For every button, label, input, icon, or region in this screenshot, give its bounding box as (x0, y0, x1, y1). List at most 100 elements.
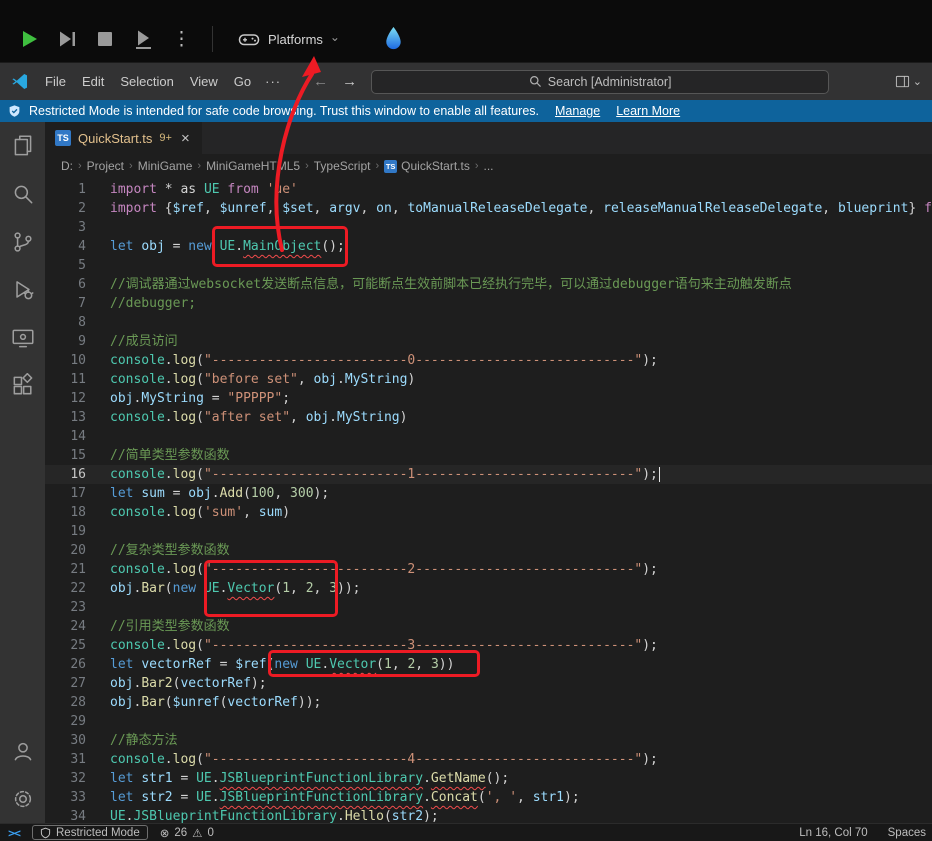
code-line[interactable]: 12obj.MyString = "PPPPP"; (45, 389, 932, 408)
code-line[interactable]: 28obj.Bar($unref(vectorRef)); (45, 693, 932, 712)
vscode-logo-icon (10, 72, 29, 91)
code-line[interactable]: 21console.log("-------------------------… (45, 560, 932, 579)
menu-edit[interactable]: Edit (74, 70, 112, 93)
forward-arrow-icon[interactable]: → (342, 73, 357, 90)
code-line[interactable]: 13console.log("after set", obj.MyString) (45, 408, 932, 427)
line-content: let obj = new UE.MainObject(); (86, 237, 345, 256)
banner-message: Restricted Mode is intended for safe cod… (29, 104, 539, 118)
learn-more-link[interactable]: Learn More (616, 104, 680, 118)
code-line[interactable]: 34UE.JSBlueprintFunctionLibrary.Hello(st… (45, 807, 932, 823)
code-line[interactable]: 8 (45, 313, 932, 332)
status-right: Ln 16, Col 70 Spaces (799, 827, 932, 839)
tab-quickstart[interactable]: TS QuickStart.ts 9+ × (45, 122, 202, 154)
menu-selection[interactable]: Selection (112, 70, 181, 93)
problems-status[interactable]: ⊗ 26 ⚠ 0 (160, 826, 214, 840)
breadcrumb-item[interactable]: TSQuickStart.ts (384, 159, 470, 173)
code-line[interactable]: 31console.log("-------------------------… (45, 750, 932, 769)
code-line[interactable]: 3 (45, 218, 932, 237)
activity-source-control-button[interactable] (0, 218, 45, 266)
code-line[interactable]: 1import * as UE from 'ue' (45, 180, 932, 199)
menu-more-button[interactable]: ··· (259, 70, 287, 93)
line-number: 17 (45, 484, 86, 503)
code-line[interactable]: 15//简单类型参数函数 (45, 446, 932, 465)
step-button[interactable] (52, 24, 82, 54)
activity-account-button[interactable] (0, 727, 45, 775)
activity-run-debug-button[interactable] (0, 266, 45, 314)
activity-remote-explorer-button[interactable] (0, 314, 45, 362)
editor-group: TS QuickStart.ts 9+ × D:›Project›MiniGam… (45, 122, 932, 823)
code-line[interactable]: 27obj.Bar2(vectorRef); (45, 674, 932, 693)
breadcrumb-item[interactable]: TypeScript (314, 159, 371, 173)
line-content (86, 598, 110, 617)
breadcrumb-item[interactable]: MiniGameHTML5 (206, 159, 300, 173)
code-line[interactable]: 24//引用类型参数函数 (45, 617, 932, 636)
activity-search-button[interactable] (0, 170, 45, 218)
remote-indicator[interactable]: >< (0, 824, 28, 841)
stop-button[interactable] (90, 24, 120, 54)
manage-link[interactable]: Manage (555, 104, 600, 118)
code-line[interactable]: 23 (45, 598, 932, 617)
line-number: 18 (45, 503, 86, 522)
code-line[interactable]: 9//成员访问 (45, 332, 932, 351)
search-box[interactable]: Search [Administrator] (371, 70, 829, 94)
breadcrumb-item[interactable]: ... (484, 159, 494, 173)
code-line[interactable]: 6//调试器通过websocket发送断点信息，可能断点生效前脚本已经执行完毕，… (45, 275, 932, 294)
activity-explorer-button[interactable] (0, 122, 45, 170)
code-editor[interactable]: 1import * as UE from 'ue'2import {$ref, … (45, 178, 932, 823)
code-line[interactable]: 4let obj = new UE.MainObject(); (45, 237, 932, 256)
gamepad-icon (237, 27, 261, 51)
tab-title: QuickStart.ts (78, 131, 152, 146)
code-line[interactable]: 26let vectorRef = $ref(new UE.Vector(1, … (45, 655, 932, 674)
udebugger-button[interactable] (382, 25, 405, 53)
breadcrumb-item[interactable]: D: (61, 159, 73, 173)
shield-icon (40, 827, 51, 839)
cursor-position[interactable]: Ln 16, Col 70 (799, 827, 867, 839)
code-line[interactable]: 18console.log('sum', sum) (45, 503, 932, 522)
menu-bar: FileEditSelectionViewGo (37, 70, 259, 93)
line-number: 33 (45, 788, 86, 807)
menu-go[interactable]: Go (226, 70, 259, 93)
indentation-status[interactable]: Spaces (888, 827, 926, 839)
layout-button[interactable]: ⌄ (895, 74, 922, 89)
toolbar-more-button[interactable]: ⋮ (166, 24, 196, 54)
code-line[interactable]: 10console.log("-------------------------… (45, 351, 932, 370)
menu-view[interactable]: View (182, 70, 226, 93)
back-arrow-icon[interactable]: ← (313, 73, 328, 90)
line-content: obj.Bar(new UE.Vector(1, 2, 3)); (86, 579, 361, 598)
line-number: 4 (45, 237, 86, 256)
line-content: obj.Bar2(vectorRef); (86, 674, 267, 693)
account-icon (10, 738, 36, 764)
code-line[interactable]: 7//debugger; (45, 294, 932, 313)
code-line[interactable]: 25console.log("-------------------------… (45, 636, 932, 655)
code-line[interactable]: 14 (45, 427, 932, 446)
line-content: //引用类型参数函数 (86, 617, 230, 636)
code-line[interactable]: 33let str2 = UE.JSBlueprintFunctionLibra… (45, 788, 932, 807)
activity-extensions-button[interactable] (0, 362, 45, 410)
search-icon (10, 181, 36, 207)
code-line[interactable]: 16console.log("-------------------------… (45, 465, 932, 484)
code-line[interactable]: 11console.log("before set", obj.MyString… (45, 370, 932, 389)
breadcrumb-item[interactable]: Project (87, 159, 124, 173)
code-line[interactable]: 30//静态方法 (45, 731, 932, 750)
code-line[interactable]: 17let sum = obj.Add(100, 300); (45, 484, 932, 503)
code-line[interactable]: 32let str1 = UE.JSBlueprintFunctionLibra… (45, 769, 932, 788)
error-count: 26 (174, 827, 187, 839)
line-content: obj.Bar($unref(vectorRef)); (86, 693, 321, 712)
code-line[interactable]: 29 (45, 712, 932, 731)
code-line[interactable]: 22obj.Bar(new UE.Vector(1, 2, 3)); (45, 579, 932, 598)
platforms-dropdown[interactable]: Platforms ⌄ (229, 24, 348, 54)
launch-button[interactable] (128, 24, 158, 54)
code-line[interactable]: 5 (45, 256, 932, 275)
code-line[interactable]: 2import {$ref, $unref, $set, argv, on, t… (45, 199, 932, 218)
breadcrumb-item[interactable]: MiniGame (138, 159, 193, 173)
line-number: 24 (45, 617, 86, 636)
close-icon[interactable]: × (179, 130, 192, 147)
restricted-mode-status[interactable]: Restricted Mode (32, 825, 148, 840)
line-content: console.log("before set", obj.MyString) (86, 370, 415, 389)
menu-file[interactable]: File (37, 70, 74, 93)
code-line[interactable]: 20//复杂类型参数函数 (45, 541, 932, 560)
line-number: 22 (45, 579, 86, 598)
code-line[interactable]: 19 (45, 522, 932, 541)
activity-settings-button[interactable] (0, 775, 45, 823)
play-button[interactable] (14, 24, 44, 54)
